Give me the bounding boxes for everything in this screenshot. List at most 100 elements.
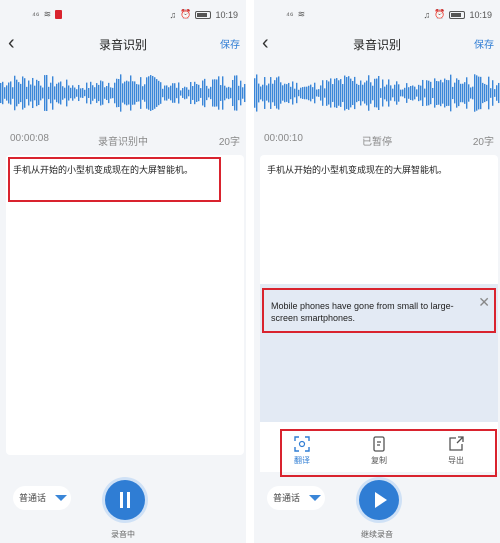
wave-bar [432, 87, 434, 99]
wave-bar [22, 76, 24, 110]
save-button[interactable]: 保存 [220, 36, 240, 51]
wave-bar [58, 82, 60, 104]
wave-bar [114, 82, 116, 104]
wave-bar [314, 82, 316, 104]
panel-divider [246, 0, 254, 543]
wave-bar [60, 81, 62, 105]
bottom-controls: 普通话 录音中 [0, 470, 246, 543]
alarm-icon: ⏰ [434, 9, 446, 19]
clock-text: 10:19 [469, 9, 492, 20]
wave-bar [378, 76, 380, 110]
wave-bar [338, 80, 340, 106]
language-select[interactable]: 普通话 [267, 486, 325, 510]
wave-bar [292, 81, 294, 105]
wave-bar [62, 86, 64, 100]
wave-bar [364, 82, 366, 104]
wave-bar [328, 81, 330, 105]
wave-bar [442, 82, 444, 104]
pause-button[interactable] [105, 480, 145, 520]
wave-bar [376, 78, 378, 108]
wave-bar [72, 85, 74, 101]
wave-bar [400, 89, 402, 97]
wave-bar [68, 85, 70, 101]
wave-bar [44, 75, 46, 111]
wave-bar [210, 86, 212, 100]
wave-bar [456, 78, 458, 108]
signal-text: ⁴⁶ [286, 9, 294, 20]
wave-bar [98, 84, 100, 102]
wave-bar [308, 85, 310, 101]
recording-info: 00:00:10 已暂停 20字 [254, 133, 500, 149]
wave-bar [132, 81, 134, 105]
wave-bar [186, 87, 188, 99]
record-state-label: 继续录音 [361, 530, 393, 539]
headphone-icon: ♫ [169, 9, 177, 20]
wave-bar [110, 87, 112, 99]
wave-bar [30, 84, 32, 102]
wave-bar [54, 86, 56, 100]
wave-bar [282, 85, 284, 101]
status-bar: ⁴⁶ ≋ ♫ ⏰ 10:19 [0, 0, 246, 30]
wave-bar [300, 87, 302, 99]
wave-bar [370, 82, 372, 104]
waveform [0, 74, 246, 112]
wave-bar [4, 87, 6, 99]
alarm-icon: ⏰ [180, 9, 192, 19]
wave-bar [234, 75, 236, 111]
wave-bar [486, 84, 488, 102]
wave-bar [360, 80, 362, 106]
wave-bar [176, 87, 178, 99]
wave-bar [458, 79, 460, 107]
wave-bar [42, 87, 44, 99]
resume-button[interactable] [359, 480, 399, 520]
wave-bar [306, 86, 308, 100]
nav-bar: ‹ 录音识别 保存 [0, 30, 246, 58]
dropdown-icon [309, 495, 321, 501]
wave-bar [288, 82, 290, 104]
save-button[interactable]: 保存 [474, 36, 494, 51]
wave-bar [16, 79, 18, 107]
wave-bar [334, 78, 336, 108]
wave-bar [272, 83, 274, 103]
wave-bar [352, 80, 354, 106]
wave-bar [336, 78, 338, 108]
wave-bar [52, 76, 54, 110]
wave-bar [280, 82, 282, 104]
wave-bar [28, 80, 30, 106]
wave-bar [450, 74, 452, 112]
wave-bar [240, 80, 242, 106]
wave-bar [464, 82, 466, 104]
nav-bar: ‹ 录音识别 保存 [254, 30, 500, 58]
wave-bar [262, 84, 264, 102]
wave-bar [112, 87, 114, 99]
wave-bar [78, 84, 80, 102]
wave-bar [426, 80, 428, 106]
wave-bar [474, 74, 476, 112]
wave-bar [302, 87, 304, 99]
wave-bar [156, 79, 158, 107]
wave-bar [14, 75, 16, 111]
wave-bar [64, 87, 66, 99]
wave-bar [460, 83, 462, 103]
wave-bar [420, 85, 422, 101]
wave-bar [56, 83, 58, 103]
wave-bar [220, 85, 222, 101]
wave-bar [392, 88, 394, 98]
wave-bar [284, 83, 286, 103]
dropdown-icon [55, 495, 67, 501]
wave-bar [416, 89, 418, 97]
wave-bar [6, 85, 8, 101]
wave-bar [96, 83, 98, 103]
wave-bar [20, 83, 22, 103]
wave-bar [174, 83, 176, 103]
wave-bar [342, 84, 344, 102]
wave-bar [480, 76, 482, 110]
record-state-label: 录音中 [111, 530, 135, 539]
wave-bar [184, 86, 186, 100]
wave-bar [0, 82, 2, 104]
language-select[interactable]: 普通话 [13, 486, 71, 510]
page-title: 录音识别 [98, 38, 147, 52]
wave-bar [424, 88, 426, 98]
pause-icon [119, 492, 131, 508]
wave-bar [124, 81, 126, 105]
